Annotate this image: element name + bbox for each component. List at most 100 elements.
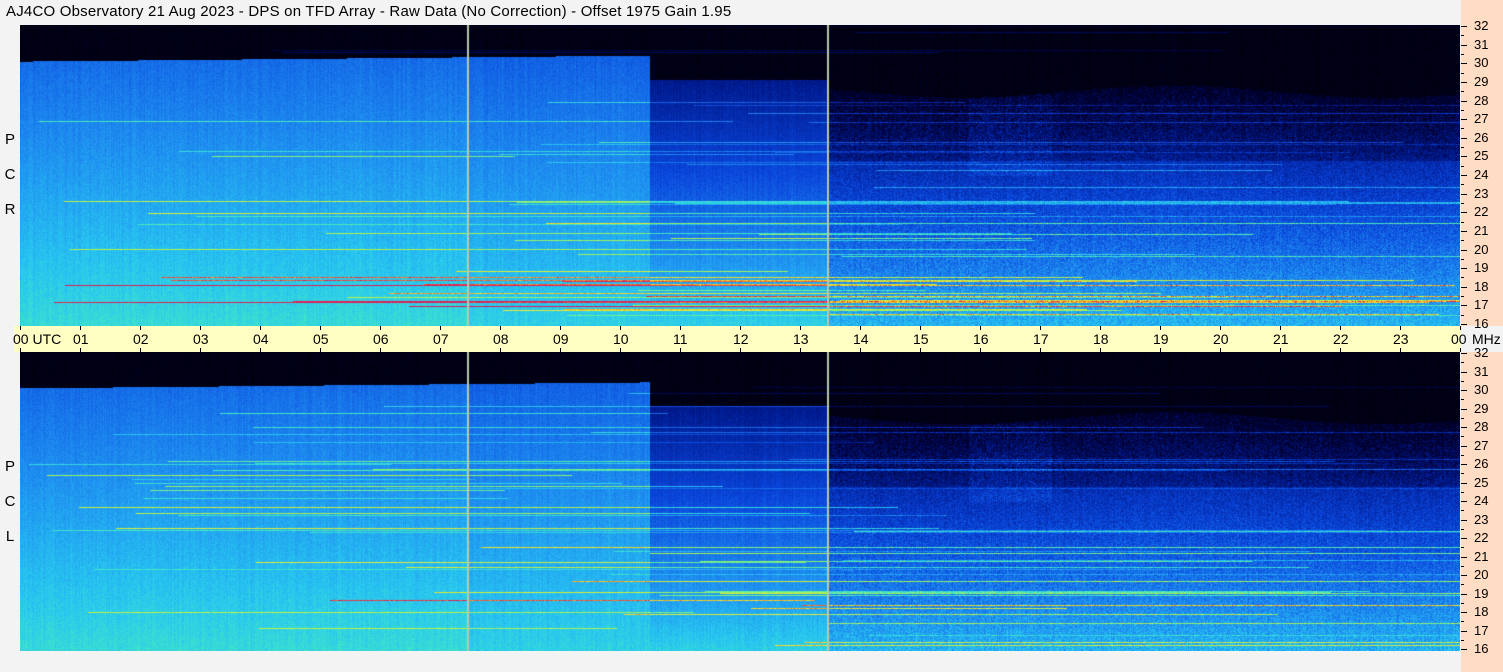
time-tick (1460, 326, 1461, 330)
frequency-minor-tick (1461, 621, 1464, 623)
time-tick (500, 326, 501, 330)
frequency-tick (1461, 249, 1467, 251)
time-tick-label: 09 (553, 331, 569, 347)
frequency-minor-tick (1461, 399, 1464, 401)
time-tick (1400, 326, 1401, 330)
time-tick-label: 14 (853, 331, 869, 347)
frequency-tick (1461, 575, 1467, 576)
time-tick (80, 326, 81, 330)
frequency-tick-label: 17 (1474, 297, 1489, 313)
frequency-minor-tick (1461, 362, 1464, 364)
frequency-tick-label: 24 (1474, 167, 1489, 182)
frequency-minor-tick (1461, 147, 1464, 149)
time-tick (1160, 326, 1161, 330)
frequency-tick (1461, 175, 1467, 176)
time-tick (140, 326, 141, 330)
frequency-tick (1461, 390, 1467, 391)
time-tick-label: 20 (1213, 331, 1229, 347)
frequency-tick-label: 20 (1474, 567, 1489, 582)
frequency-minor-tick (1461, 72, 1464, 74)
frequency-tick-label: 29 (1474, 400, 1489, 416)
frequency-minor-tick (1461, 277, 1464, 279)
frequency-axis-rcp: 32 31 30 29 28 27 26 25 24 23 22 21 20 19 18 17 16 (1461, 0, 1503, 331)
time-tick (440, 326, 441, 330)
frequency-tick-label: 22 (1474, 204, 1489, 220)
frequency-tick-label: 24 (1474, 493, 1489, 508)
time-tick-label: 06 (373, 331, 389, 347)
frequency-tick (1461, 305, 1467, 307)
frequency-tick-label: 31 (1474, 36, 1489, 52)
frequency-tick-label: 31 (1474, 363, 1489, 379)
time-tick (920, 326, 921, 330)
frequency-tick-label: 26 (1474, 129, 1489, 145)
frequency-tick-label: 28 (1474, 92, 1489, 108)
frequency-tick-label: 21 (1474, 548, 1489, 564)
spectrogram-rcp (20, 25, 1460, 326)
time-tick-label: 04 (253, 331, 269, 347)
frequency-minor-tick (1461, 454, 1464, 456)
polarization-letter: C (4, 493, 16, 510)
frequency-tick (1461, 519, 1467, 521)
frequency-minor-tick (1461, 128, 1464, 130)
time-tick (680, 326, 681, 330)
frequency-tick (1461, 26, 1467, 27)
frequency-tick (1461, 482, 1467, 484)
frequency-minor-tick (1461, 473, 1464, 475)
frequency-tick-label: 27 (1474, 111, 1489, 127)
frequency-minor-tick (1461, 109, 1464, 111)
frequency-tick (1461, 212, 1467, 214)
frequency-tick-label: 28 (1474, 419, 1489, 434)
frequency-tick (1461, 230, 1467, 232)
frequency-minor-tick (1461, 380, 1464, 382)
time-tick (1040, 326, 1041, 330)
time-tick-label: 22 (1333, 331, 1349, 347)
frequency-minor-tick (1461, 91, 1464, 93)
time-tick-label: 02 (133, 331, 149, 347)
time-tick (380, 326, 381, 330)
polarization-letter: P (4, 131, 15, 148)
frequency-tick (1461, 593, 1467, 595)
frequency-tick-label: 23 (1474, 511, 1489, 527)
time-tick-label: 01 (73, 331, 89, 347)
frequency-minor-tick (1461, 53, 1464, 55)
frequency-tick-label: 19 (1474, 260, 1489, 276)
frequency-tick (1461, 630, 1467, 632)
polarization-letter: L (5, 528, 15, 545)
time-axis: 00 UTC 01 02 03 04 05 06 07 08 09 10 11 12 13 14 15 16 17… (13, 326, 1501, 352)
frequency-tick (1461, 193, 1467, 195)
frequency-tick (1461, 100, 1467, 102)
frequency-minor-tick (1461, 547, 1464, 549)
frequency-tick-label: 30 (1474, 55, 1489, 71)
time-tick (1220, 326, 1221, 330)
time-tick-label: 07 (433, 331, 449, 347)
time-tick (800, 326, 801, 330)
time-tick (860, 326, 861, 330)
time-tick (980, 326, 981, 330)
frequency-tick (1461, 501, 1467, 502)
frequency-axis-lcp: 32 31 30 29 28 27 26 25 24 23 22 21 20 19 18 17 16 (1461, 346, 1503, 672)
frequency-minor-tick (1461, 639, 1464, 641)
time-tick-label: 05 (313, 331, 329, 347)
frequency-minor-tick (1461, 602, 1464, 604)
spectrogram-lcp (20, 352, 1460, 651)
chart-title: AJ4CO Observatory 21 Aug 2023 - DPS on T… (6, 3, 732, 20)
time-tick (1340, 326, 1341, 330)
time-tick-label: 11 (673, 331, 688, 347)
time-tick (1280, 326, 1281, 330)
frequency-minor-tick (1461, 510, 1464, 512)
frequency-minor-tick (1461, 565, 1464, 567)
frequency-minor-tick (1461, 528, 1464, 530)
polarization-letter: P (4, 458, 15, 475)
frequency-tick (1461, 445, 1467, 447)
frequency-tick-label: 18 (1474, 604, 1489, 619)
frequency-tick (1461, 556, 1467, 558)
time-tick-label: 12 (733, 331, 749, 347)
frequency-tick (1461, 137, 1467, 139)
frequency-minor-tick (1461, 221, 1464, 223)
time-tick-label: 10 (613, 331, 629, 347)
time-tick (560, 326, 561, 330)
frequency-tick (1461, 44, 1467, 46)
frequency-minor-tick (1461, 184, 1464, 186)
time-tick-label: 18 (1093, 331, 1109, 347)
time-tick-label: 15 (913, 331, 929, 347)
